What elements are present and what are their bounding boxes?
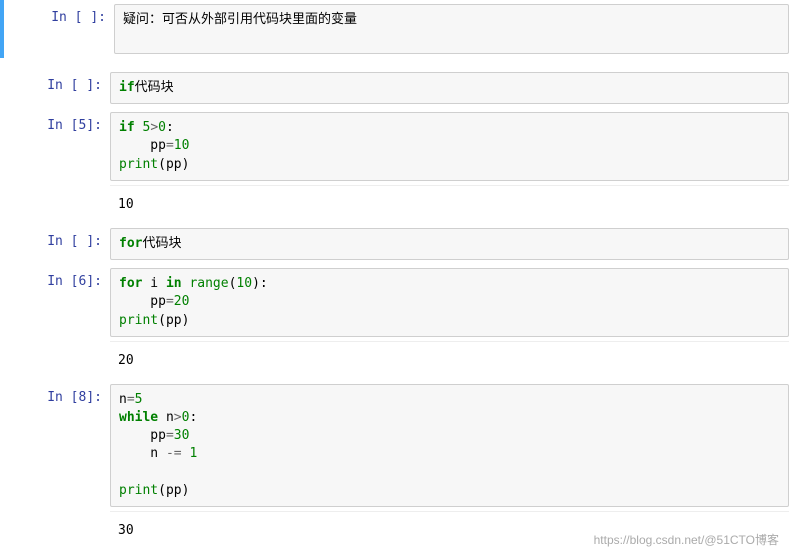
watermark: https://blog.csdn.net/@51CTO博客 <box>594 531 779 548</box>
separator <box>110 185 789 186</box>
cell-input[interactable]: if代码块 <box>110 72 789 104</box>
cell-output: 20 <box>110 346 789 376</box>
cell[interactable]: In [8]: n=5 while n>0: pp=30 n -= 1 prin… <box>0 380 789 550</box>
cell[interactable]: In [6]: for i in range(10): pp=20 print(… <box>0 264 789 380</box>
separator <box>110 511 789 512</box>
cell-input[interactable]: for代码块 <box>110 228 789 260</box>
cell-output-row: 10 <box>0 190 789 220</box>
prompt: In [8]: <box>0 384 110 507</box>
cell-input[interactable]: n=5 while n>0: pp=30 n -= 1 print(pp) <box>110 384 789 507</box>
prompt: In [ ]: <box>0 228 110 260</box>
cell[interactable]: In [5]: if 5>0: pp=10 print(pp) 10 <box>0 108 789 224</box>
code-token: for <box>119 236 142 251</box>
cell[interactable]: In [ ]: if代码块 <box>0 68 789 108</box>
cell-input[interactable]: 疑问：可否从外部引用代码块里面的变量 <box>114 4 789 54</box>
cell-selected[interactable]: In [ ]: 疑问：可否从外部引用代码块里面的变量 <box>0 0 789 58</box>
cell-output-row: 20 <box>0 346 789 376</box>
prompt: In [ ]: <box>0 72 110 104</box>
code-token: if <box>119 80 135 95</box>
code-token: 代码块 <box>135 80 174 95</box>
prompt: In [ ]: <box>4 4 114 54</box>
separator <box>110 341 789 342</box>
prompt: In [6]: <box>0 268 110 337</box>
cell-input[interactable]: if 5>0: pp=10 print(pp) <box>110 112 789 181</box>
code-token: 代码块 <box>142 236 181 251</box>
cell[interactable]: In [ ]: for代码块 <box>0 224 789 264</box>
cell-input[interactable]: for i in range(10): pp=20 print(pp) <box>110 268 789 337</box>
cell-output: 10 <box>110 190 789 220</box>
prompt: In [5]: <box>0 112 110 181</box>
